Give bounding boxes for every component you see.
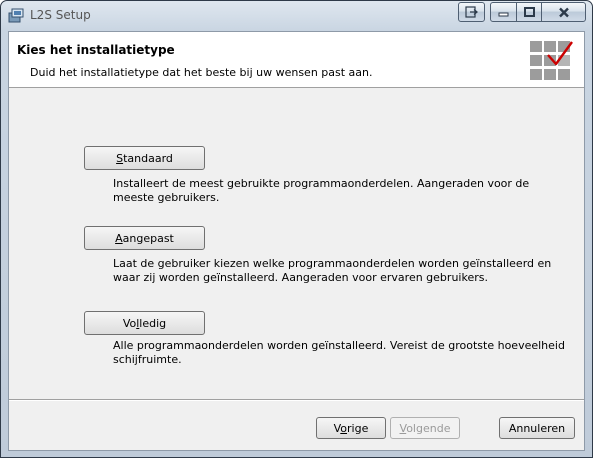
complete-button-label: Volledig [122,316,167,330]
standard-button[interactable]: Standaard [84,146,205,170]
dialog-client-area: Kies het installatietype Duid het instal… [8,31,585,451]
close-icon [558,7,569,17]
standard-description: Installeert de meest gebruikte programma… [113,177,530,204]
custom-description: Laat de gebruiker kiezen welke programma… [113,257,552,284]
page-title: Kies het installatietype [17,43,175,57]
maximize-button[interactable] [516,2,542,22]
footer-separator [9,399,584,401]
complete-button[interactable]: Volledig [84,311,205,335]
close-button[interactable] [541,2,586,22]
next-button-label: Volgende [399,421,451,435]
page-description: Duid het installatietype dat het beste b… [30,66,373,79]
title-bar[interactable]: L2S Setup [1,1,592,30]
checkmark-grid-icon [530,41,573,81]
setup-window: L2S Setup Kies het installatietype Duid … [0,0,593,458]
cancel-button[interactable]: Annuleren [499,417,575,439]
dialog-header: Kies het installatietype Duid het instal… [9,32,584,88]
back-button[interactable]: Vorige [316,417,386,439]
minimize-icon [498,12,509,17]
standard-button-label: Standaard [116,151,173,165]
custom-button-label: Aangepast [115,231,174,245]
next-button[interactable]: Volgende [390,417,460,439]
complete-description: Alle programmaonderdelen worden geïnstal… [113,339,565,366]
help-button[interactable] [458,2,485,22]
custom-button[interactable]: Aangepast [84,226,205,250]
minimize-button[interactable] [490,2,517,22]
setup-package-icon [8,8,24,23]
window-title: L2S Setup [30,8,91,22]
help-arrow-icon [465,6,478,18]
maximize-icon [523,7,535,17]
back-button-label: Vorige [333,421,369,435]
caption-buttons [458,2,586,22]
